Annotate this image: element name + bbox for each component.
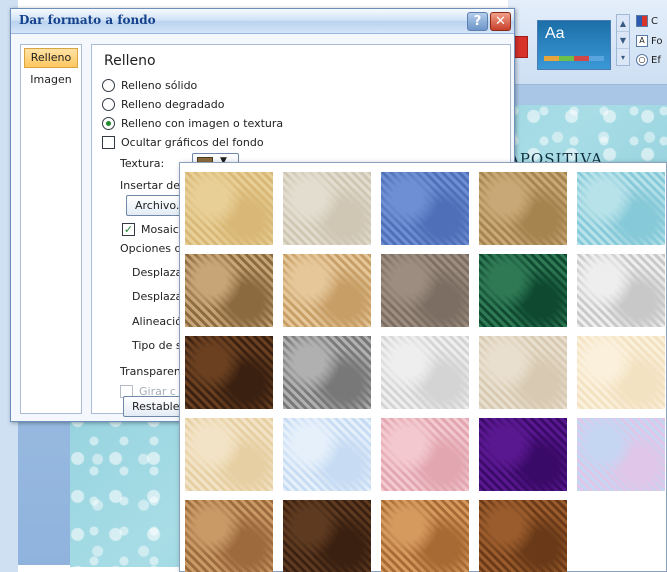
texture-label: Textura: xyxy=(120,157,165,170)
theme-fonts-label: Fo xyxy=(651,35,663,47)
tile-checkbox[interactable]: ✓ xyxy=(122,223,135,236)
scroll-down-icon[interactable]: ▼ xyxy=(617,32,629,49)
hide-graphics-option[interactable]: Ocultar gráficos del fondo xyxy=(102,136,264,149)
transparency-label: Transparen xyxy=(120,365,181,378)
dialog-titlebar[interactable]: Dar formato a fondo ? ✕ xyxy=(11,9,514,34)
solid-fill-label: Relleno sólido xyxy=(121,79,198,92)
nav-item-picture[interactable]: Imagen xyxy=(24,71,78,91)
close-button[interactable]: ✕ xyxy=(490,12,511,31)
tile-options-label: Opciones d xyxy=(120,242,182,255)
dialog-nav: Relleno Imagen xyxy=(20,44,82,414)
theme-colors-label: C xyxy=(651,15,658,27)
texture-tile-marmol-blanco[interactable] xyxy=(577,254,665,327)
texture-tile-lienzo[interactable] xyxy=(283,172,371,245)
picture-texture-fill-radio[interactable] xyxy=(102,117,115,130)
theme-thumbnail[interactable]: Aa xyxy=(537,20,611,70)
texture-gallery xyxy=(179,162,667,572)
offset-y-label: Desplaza xyxy=(132,290,183,303)
texture-tile-pergamino[interactable] xyxy=(577,336,665,409)
theme-colors-button[interactable]: C xyxy=(636,14,658,28)
texture-tile-arpillera[interactable] xyxy=(479,172,567,245)
texture-tile-ramo[interactable] xyxy=(577,418,665,491)
panel-title: Relleno xyxy=(104,53,156,69)
nav-item-fill[interactable]: Relleno xyxy=(24,48,78,68)
texture-tile-marmol-verde[interactable] xyxy=(479,254,567,327)
more-icon[interactable]: ▾ xyxy=(617,49,629,66)
mirror-type-label: Tipo de s xyxy=(132,339,182,352)
hide-graphics-checkbox[interactable] xyxy=(102,136,115,149)
fonts-icon: A xyxy=(636,35,648,47)
texture-tile-granito[interactable] xyxy=(283,336,371,409)
texture-tile-seda-azul[interactable] xyxy=(283,418,371,491)
picture-texture-fill-option[interactable]: Relleno con imagen o textura xyxy=(102,117,283,130)
texture-tile-fosil[interactable] xyxy=(283,254,371,327)
texture-tile-gotas-de-agua[interactable] xyxy=(577,172,665,245)
colors-icon xyxy=(636,15,648,27)
picture-texture-fill-label: Relleno con imagen o textura xyxy=(121,117,284,130)
texture-tile-marmol-marron[interactable] xyxy=(185,336,273,409)
dialog-title: Dar formato a fondo xyxy=(19,13,156,27)
alignment-label: Alineació xyxy=(132,315,182,328)
theme-color-bar xyxy=(544,56,604,61)
solid-fill-option[interactable]: Relleno sólido xyxy=(102,79,197,92)
texture-tile-papel-de-pergamino[interactable] xyxy=(185,418,273,491)
hide-graphics-label: Ocultar gráficos del fondo xyxy=(121,136,264,149)
theme-fonts-button[interactable]: A Fo xyxy=(636,34,663,48)
texture-tile-papel-periodico[interactable] xyxy=(381,336,469,409)
effects-icon: ○ xyxy=(636,54,648,66)
theme-effects-label: Ef xyxy=(651,54,661,66)
scroll-up-icon[interactable]: ▲ xyxy=(617,15,629,32)
theme-effects-button[interactable]: ○ Ef xyxy=(636,53,661,67)
texture-tile-tela-morada[interactable] xyxy=(479,418,567,491)
texture-tile-tela-vaquera[interactable] xyxy=(381,172,469,245)
texture-tile-papel-rosa[interactable] xyxy=(381,418,469,491)
insert-from-label: Insertar de xyxy=(120,179,181,192)
solid-fill-radio[interactable] xyxy=(102,79,115,92)
texture-tile-roble[interactable] xyxy=(381,500,469,572)
texture-tile-corcho[interactable] xyxy=(185,500,273,572)
offset-x-label: Desplaza xyxy=(132,266,183,279)
gradient-fill-label: Relleno degradado xyxy=(121,98,225,111)
theme-thumbnail-label: Aa xyxy=(545,25,565,42)
gradient-fill-radio[interactable] xyxy=(102,98,115,111)
texture-tile-arena[interactable] xyxy=(381,254,469,327)
texture-tile-papel-reciclado[interactable] xyxy=(479,336,567,409)
texture-tile-madera-media[interactable] xyxy=(479,500,567,572)
texture-tile-papel-arrugado[interactable] xyxy=(185,254,273,327)
theme-gallery-scroll[interactable]: ▲ ▼ ▾ xyxy=(616,14,630,66)
texture-tile-papiro[interactable] xyxy=(185,172,273,245)
help-button[interactable]: ? xyxy=(467,12,488,31)
tile-option[interactable]: ✓ Mosaico xyxy=(122,223,186,236)
gradient-fill-option[interactable]: Relleno degradado xyxy=(102,98,224,111)
texture-tile-nogal[interactable] xyxy=(283,500,371,572)
